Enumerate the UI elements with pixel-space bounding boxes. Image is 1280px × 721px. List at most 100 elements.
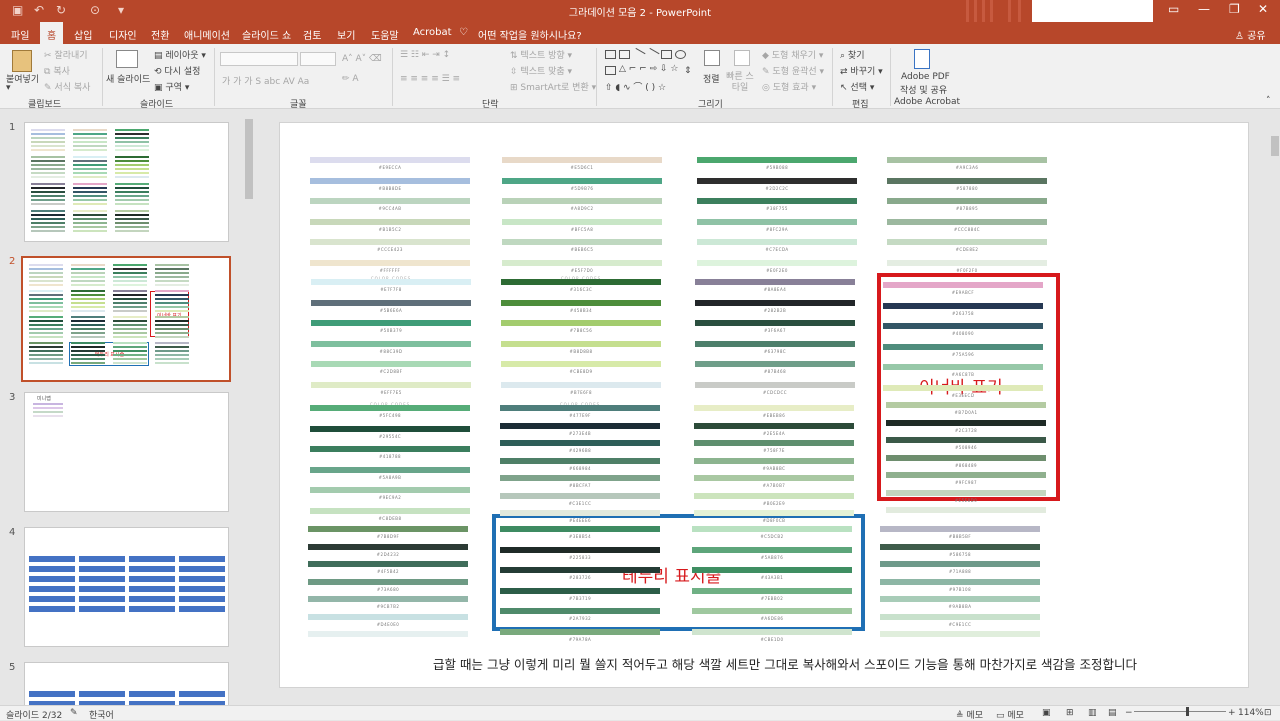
select-button[interactable]: ↖ 선택 ▾ bbox=[840, 80, 874, 93]
shapes-scroll-icon[interactable]: ⇕ bbox=[684, 66, 692, 76]
shape-fill-button[interactable]: ◆ 도형 채우기 ▾ bbox=[762, 48, 823, 61]
color-swatch-card[interactable]: #E9ECCA #B8B8DE #9CC4AB #B1B5C2 #CCCE423 #FFF… bbox=[310, 156, 470, 284]
new-slide-button[interactable]: 새 슬라이드 bbox=[106, 72, 150, 85]
slide-thumbnail-4[interactable] bbox=[24, 527, 229, 647]
text-box-shape-icon[interactable] bbox=[619, 50, 630, 59]
color-swatch-card[interactable]: #E5D6C1 #5D9B76 #A8D9C2 #BFC5A8 #BEB6C5 #E5F7… bbox=[502, 156, 662, 284]
collapse-ribbon-icon[interactable]: ˄ bbox=[1266, 96, 1271, 106]
tab-animations[interactable]: 애니메이션 bbox=[184, 27, 230, 42]
smartart-button[interactable]: ⊞ SmartArt로 변환 ▾ bbox=[510, 80, 596, 93]
color-swatch-card[interactable]: #7B8D9F #2D4232 #4F5B42 #73A680 #9CB7B2 #D4E0… bbox=[308, 525, 468, 653]
zoom-out-icon[interactable]: − bbox=[1125, 708, 1133, 718]
copy-button[interactable]: ⧉ 복사 bbox=[44, 64, 70, 77]
font-format-buttons[interactable]: 가 가 가 S abc AV Aa bbox=[222, 74, 309, 87]
arrow-shape-icon[interactable] bbox=[645, 47, 660, 62]
triangle-shape-icon[interactable]: △ ⌐ ⌐ ⇨ ⇩ ☆ bbox=[619, 64, 678, 74]
minimize-icon[interactable]: — bbox=[1198, 2, 1210, 16]
slide-sorter-icon[interactable]: ⊞ bbox=[1066, 708, 1074, 718]
reset-button[interactable]: ⟲ 다시 설정 bbox=[154, 64, 200, 77]
slide-thumbnail-1[interactable] bbox=[24, 122, 229, 242]
slide-thumbnail-2[interactable]: 이너바 표기 테두리 표시줄 bbox=[21, 256, 231, 382]
slide-thumbnail-5[interactable] bbox=[24, 662, 229, 705]
misc-shapes-icon[interactable]: ⇧ ◖ ∿ ⌒ ( ) ☆ bbox=[605, 80, 666, 93]
color-swatch-card[interactable]: #E9ABCF #263758 #408090 #75A596 #A6C87B #E3EE… bbox=[883, 281, 1043, 409]
tab-transitions[interactable]: 전환 bbox=[151, 27, 169, 42]
arrange-icon[interactable] bbox=[704, 50, 720, 66]
restore-icon[interactable]: ❐ bbox=[1229, 2, 1240, 16]
create-pdf-button[interactable]: Adobe PDF bbox=[901, 72, 950, 82]
tab-home[interactable]: 홈 bbox=[40, 22, 64, 44]
tab-file[interactable]: 파일 bbox=[11, 27, 29, 42]
tab-view[interactable]: 보기 bbox=[337, 27, 355, 42]
account-box[interactable] bbox=[1032, 0, 1153, 23]
language-indicator[interactable]: 한국어 bbox=[89, 708, 114, 721]
share-button[interactable]: ♙ 공유 bbox=[1235, 27, 1266, 42]
color-swatch-card[interactable]: #3E8B54 #225833 #283726 #7B3719 #2A7932 #79A7… bbox=[500, 525, 660, 653]
align-buttons[interactable]: ≡ ≡ ≡ ≡ ☰ ≡ bbox=[400, 74, 460, 84]
tab-help[interactable]: 도움말 bbox=[371, 27, 399, 42]
align-text-button[interactable]: ⇳ 텍스트 맞춤 ▾ bbox=[510, 64, 572, 77]
quick-styles-icon[interactable] bbox=[734, 50, 750, 66]
font-size-dropdown[interactable] bbox=[300, 52, 336, 66]
spellcheck-icon[interactable]: ✎ bbox=[70, 708, 78, 718]
replace-button[interactable]: ⇄ 바꾸기 ▾ bbox=[840, 64, 883, 77]
rectangle-shape-icon[interactable] bbox=[605, 50, 616, 59]
color-swatch-card[interactable]: COLOR CODES#5FC498#29554C#418788#5A8A9B#… bbox=[310, 402, 470, 532]
slide-thumbnail-3[interactable]: 미니맵 bbox=[24, 392, 229, 512]
color-swatch-card[interactable]: #C5DCB2 #5AB876 #43A3B1 #7EBB02 #A6DE86 #CBE1… bbox=[692, 525, 852, 653]
editor-scrollbar[interactable] bbox=[1270, 110, 1280, 705]
comments-button[interactable]: ▭ 메모 bbox=[996, 708, 1024, 721]
color-swatch-card[interactable]: #8A8EA4 #282B2B #3F6A67 #63798C #87B468 #CDCD… bbox=[695, 278, 855, 406]
tab-insert[interactable]: 삽입 bbox=[74, 27, 92, 42]
rounded-rect-shape-icon[interactable] bbox=[605, 66, 616, 75]
notes-button[interactable]: ≜ 메모 bbox=[956, 708, 983, 721]
oval-shape-icon[interactable] bbox=[675, 50, 686, 59]
thumbnail-scrollbar[interactable] bbox=[244, 115, 254, 705]
color-swatch-card[interactable]: COLOR CODES#316C3C#458B34#7B8C56#B8D8B8#… bbox=[501, 276, 661, 406]
tab-slideshow[interactable]: 슬라이드 쇼 bbox=[242, 27, 291, 42]
tab-design[interactable]: 디자인 bbox=[109, 27, 137, 42]
zoom-slider-knob[interactable] bbox=[1186, 707, 1189, 716]
format-painter-button[interactable]: ✎ 서식 복사 bbox=[44, 80, 90, 93]
new-slide-icon[interactable] bbox=[116, 50, 138, 68]
ribbon-display-icon[interactable]: ▭ bbox=[1168, 2, 1179, 16]
slideshow-view-icon[interactable]: ▤ bbox=[1108, 708, 1117, 718]
color-swatch-card[interactable]: #B8B5BF #586758 #71A888 #97B108 #9AB8BA #C9E1… bbox=[880, 525, 1040, 653]
shape-effects-button[interactable]: ◎ 도형 효과 ▾ bbox=[762, 80, 816, 93]
font-color-icon[interactable]: ✏ A bbox=[342, 74, 359, 84]
reading-view-icon[interactable]: ▥ bbox=[1088, 708, 1097, 718]
rectangle2-shape-icon[interactable] bbox=[661, 50, 672, 59]
fit-slide-icon[interactable]: ⊡ bbox=[1264, 708, 1272, 718]
layout-button[interactable]: ▤ 레이아웃 ▾ bbox=[154, 48, 206, 61]
tell-me-box[interactable]: 어떤 작업을 원하시나요? bbox=[478, 27, 582, 42]
zoom-in-icon[interactable]: + bbox=[1228, 708, 1236, 718]
text-direction-button[interactable]: ⇅ 텍스트 방향 ▾ bbox=[510, 48, 572, 61]
normal-view-icon[interactable]: ▣ bbox=[1042, 708, 1051, 718]
paste-icon[interactable] bbox=[12, 50, 32, 72]
cut-button[interactable]: ✂ 잘라내기 bbox=[44, 48, 88, 61]
paste-dropdown-icon[interactable]: ▾ bbox=[6, 83, 11, 93]
color-swatch-card[interactable]: #59B088 #2D2C2C #38F755 #8FC29A #C7ECDA #E0F2… bbox=[697, 156, 857, 284]
close-icon[interactable]: ✕ bbox=[1258, 2, 1268, 16]
find-button[interactable]: ⌕ 찾기 bbox=[840, 48, 864, 61]
thumbnail-scroll-thumb[interactable] bbox=[245, 119, 253, 199]
adobe-pdf-icon[interactable] bbox=[914, 49, 930, 69]
list-buttons[interactable]: ☰ ☷ ⇤ ⇥ ↕ bbox=[400, 50, 450, 60]
zoom-slider[interactable] bbox=[1134, 711, 1226, 712]
tab-acrobat[interactable]: Acrobat bbox=[413, 27, 452, 38]
section-button[interactable]: ▣ 구역 ▾ bbox=[154, 80, 189, 93]
color-swatch-card[interactable]: #A9C3A6 #587880 #87B895 #CCC884C #CDE8E2 #F0F… bbox=[887, 156, 1047, 284]
line-shape-icon[interactable] bbox=[631, 47, 646, 62]
zoom-level[interactable]: 114% bbox=[1238, 708, 1264, 718]
color-swatch-card[interactable]: COLOR CODES#477E9F#273E4B#4296B8#668984#… bbox=[500, 402, 660, 532]
color-swatch-card[interactable]: COLOR CODES#E7F7F8#5B6E6A#50B379#88C39D#… bbox=[311, 276, 471, 406]
shape-outline-button[interactable]: ✎ 도형 윤곽선 ▾ bbox=[762, 64, 824, 77]
editor-scroll-thumb[interactable] bbox=[1271, 136, 1279, 156]
tab-review[interactable]: 검토 bbox=[303, 27, 321, 42]
font-name-dropdown[interactable] bbox=[220, 52, 298, 66]
arrange-button[interactable]: 정렬 bbox=[703, 72, 720, 85]
font-grow-icon[interactable]: A˄ A˅ ⌫ bbox=[342, 54, 382, 64]
color-swatch-card[interactable]: #B7D0A1 #2C3728 #508946 #868489 #9FC987 #E5E8… bbox=[886, 401, 1046, 529]
quick-styles-button[interactable]: 빠른 스타일 bbox=[725, 72, 755, 94]
color-swatch-card[interactable]: #EBEB86 #2E5E4A #758F7E #9AB8BC #A7B0B7 #B0E2… bbox=[694, 404, 854, 532]
